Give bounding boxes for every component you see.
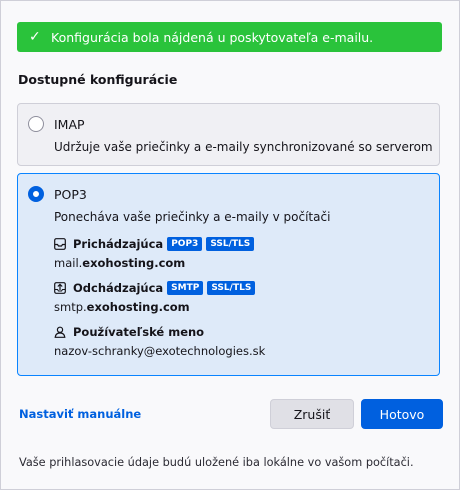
cancel-button[interactable]: Zrušiť [270, 399, 354, 429]
outgoing-protocol-badge: SMTP [167, 281, 204, 295]
outgoing-server: Odchádzajúca SMTP SSL/TLS smtp.exohostin… [54, 281, 256, 314]
outgoing-security-badge: SSL/TLS [207, 281, 256, 295]
pop3-description: Ponecháva vaše priečinky a e-maily v poč… [54, 210, 331, 224]
username-value: nazov-schranky@exotechnologies.sk [54, 344, 266, 358]
username-label: Používateľské meno [73, 325, 205, 339]
incoming-label: Prichádzajúca [73, 237, 164, 251]
incoming-security-badge: SSL/TLS [206, 237, 255, 251]
imap-title: IMAP [54, 117, 85, 132]
outgoing-label: Odchádzajúca [73, 281, 164, 295]
dialog-frame: ✓ Konfigurácia bola nájdená u poskytovat… [0, 0, 460, 490]
inbox-icon [54, 238, 66, 250]
user-icon [54, 326, 66, 338]
incoming-host: mail.exohosting.com [54, 256, 186, 270]
username-info: Používateľské meno nazov-schranky@exotec… [54, 325, 265, 358]
success-banner-text: Konfigurácia bola nájdená u poskytovateľ… [51, 29, 374, 45]
imap-description: Udržuje vaše priečinky a e-maily synchro… [54, 140, 433, 154]
config-option-pop3[interactable]: POP3 Ponecháva vaše priečinky a e-maily … [17, 173, 440, 376]
pop3-radio[interactable] [28, 186, 44, 202]
success-banner: ✓ Konfigurácia bola nájdená u poskytovat… [17, 22, 442, 52]
outbox-icon [54, 282, 66, 294]
check-icon: ✓ [29, 29, 41, 45]
imap-radio[interactable] [28, 116, 44, 132]
footer-note: Vaše prihlasovacie údaje budú uložené ib… [19, 456, 414, 469]
config-option-imap[interactable]: IMAP Udržuje vaše priečinky a e-maily sy… [17, 103, 440, 166]
incoming-protocol-badge: POP3 [167, 237, 203, 251]
manual-config-link[interactable]: Nastaviť manuálne [19, 407, 141, 421]
pop3-title: POP3 [54, 187, 87, 202]
section-title: Dostupné konfigurácie [18, 72, 178, 87]
done-button[interactable]: Hotovo [361, 399, 443, 429]
incoming-server: Prichádzajúca POP3 SSL/TLS mail.exohosti… [54, 237, 255, 270]
outgoing-host: smtp.exohosting.com [54, 300, 190, 314]
